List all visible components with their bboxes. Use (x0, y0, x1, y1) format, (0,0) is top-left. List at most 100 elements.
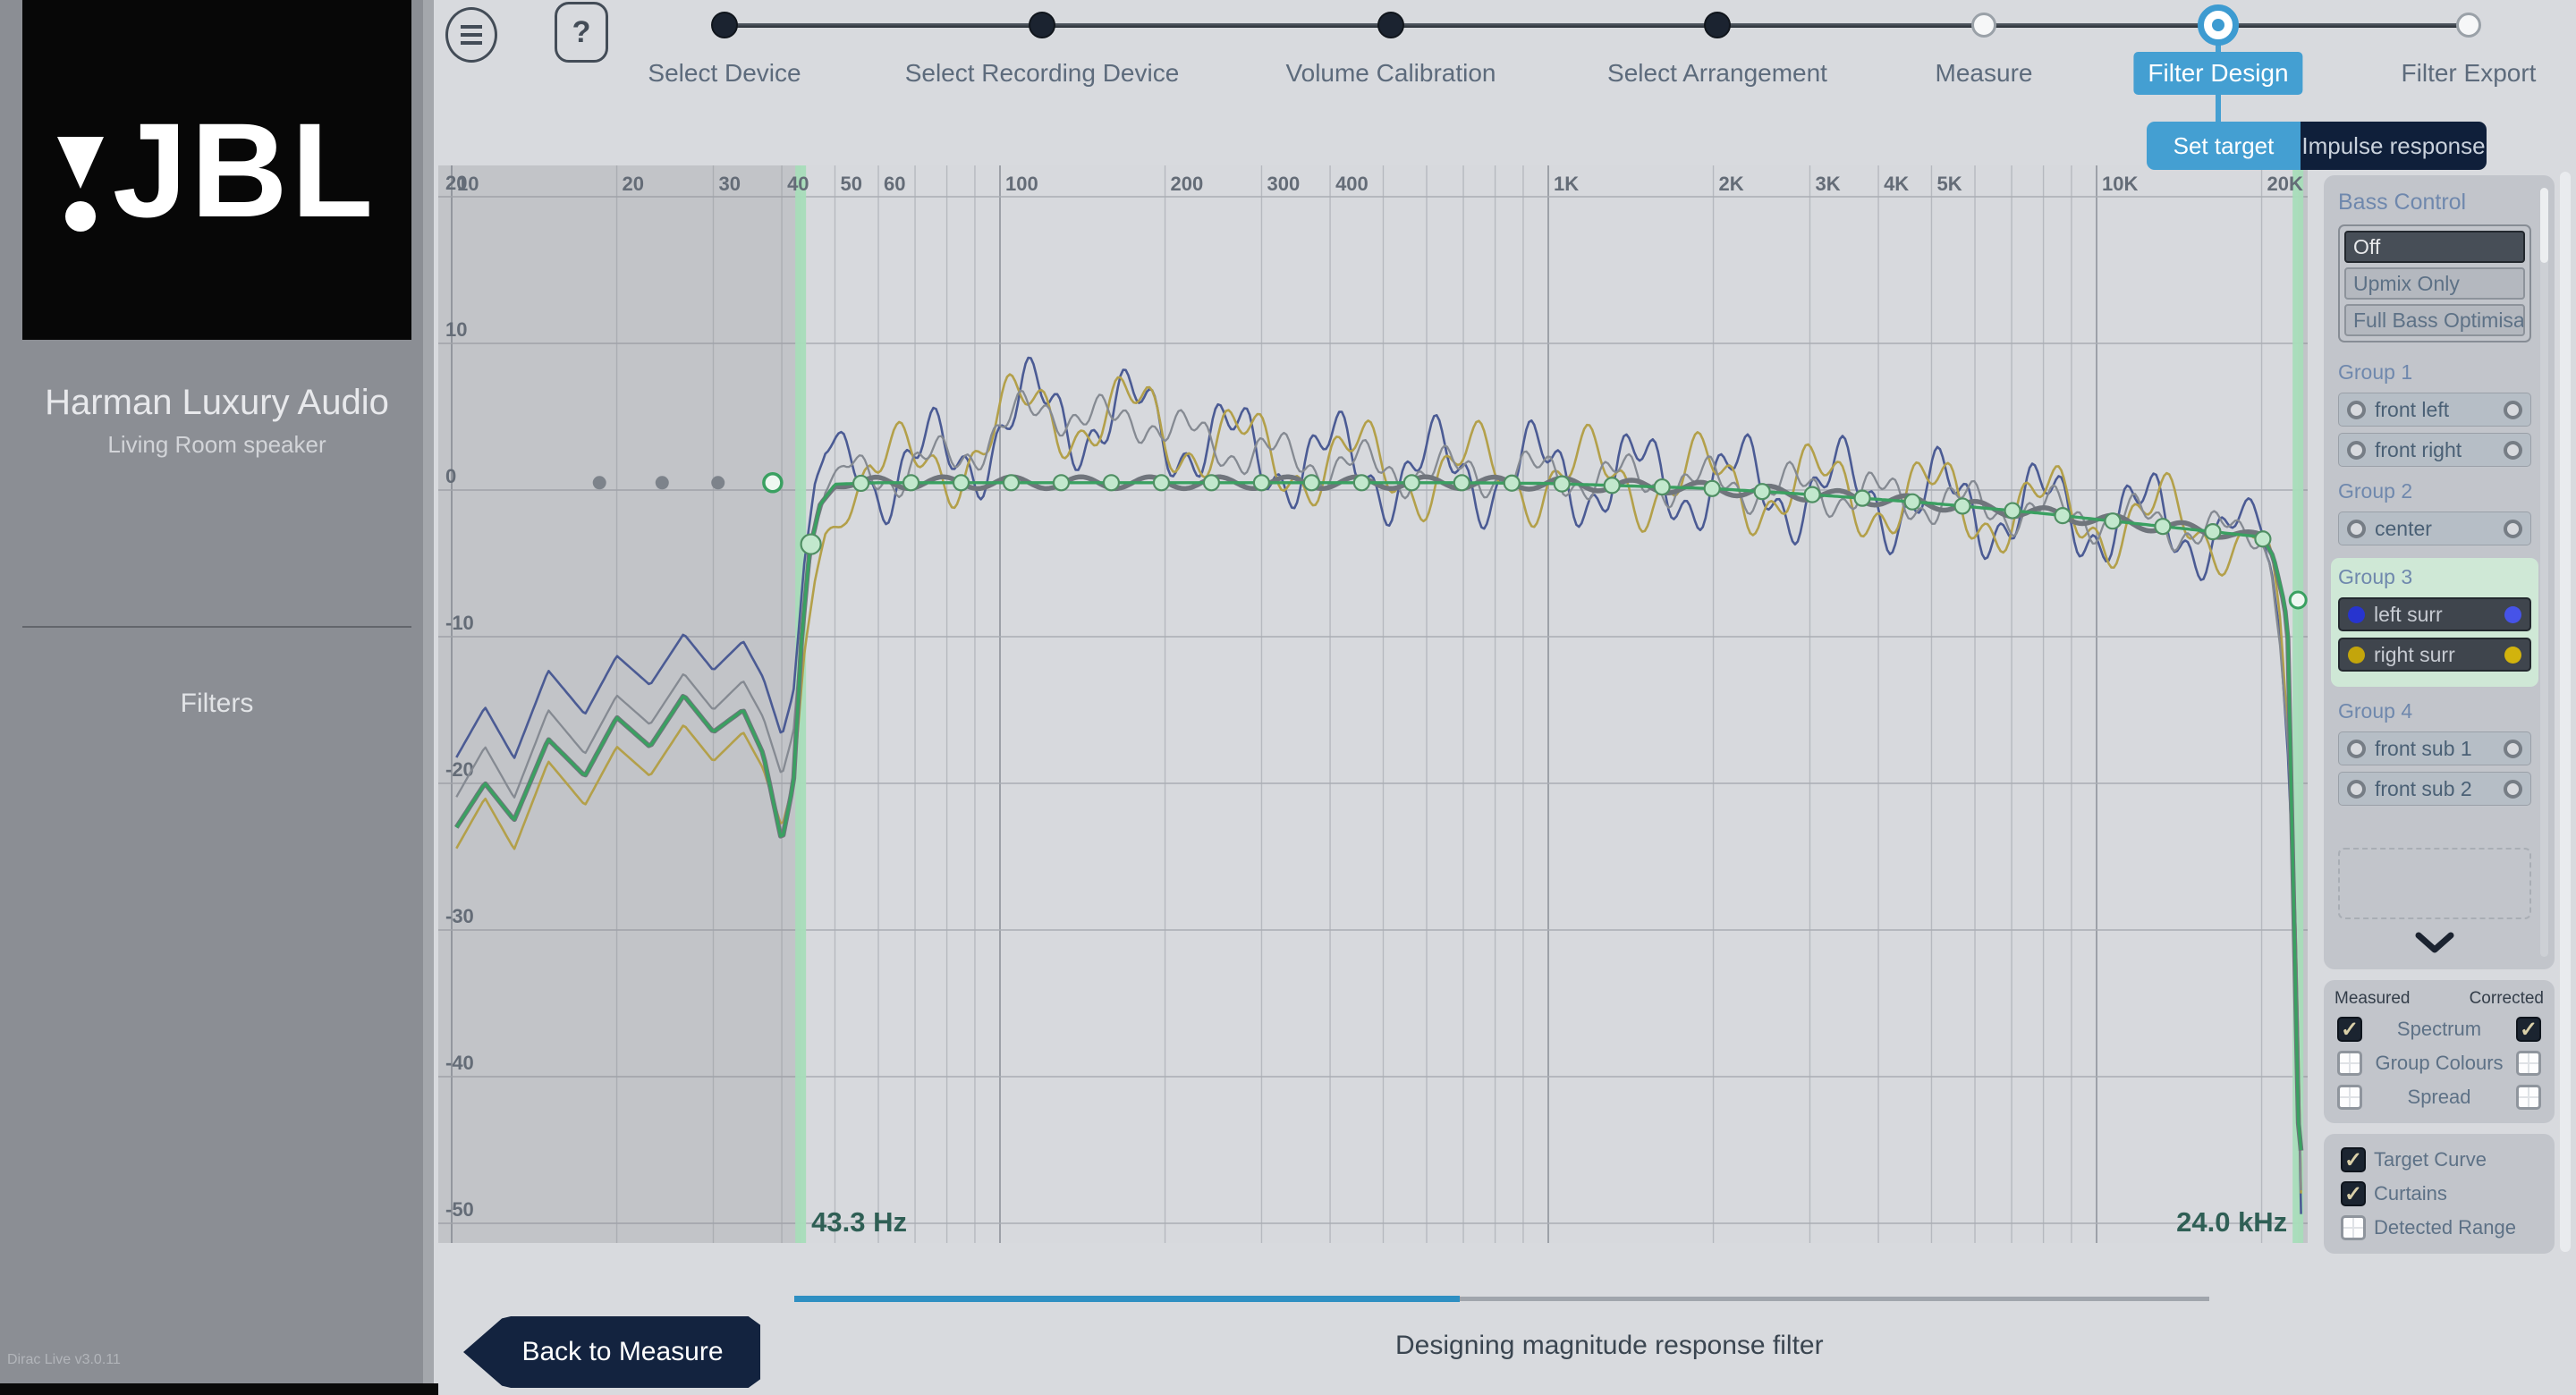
step-node-0[interactable] (711, 12, 738, 38)
svg-text:43.3 Hz: 43.3 Hz (811, 1206, 907, 1238)
legend-matrix-panel: Measured Corrected ✓Spectrum✓Group Colou… (2324, 980, 2555, 1123)
corrected-checkbox[interactable] (2516, 1051, 2541, 1076)
brand-subtitle: Living Room speaker (0, 431, 434, 459)
frequency-response-chart[interactable]: 1020304050601002003004001K2K3K4K5K10K20K… (438, 165, 2308, 1243)
step-label-2[interactable]: Volume Calibration (1285, 59, 1496, 88)
jbl-brand-text: JBL (113, 103, 377, 237)
svg-text:2K: 2K (1719, 173, 1744, 195)
sidebar: JBL Harman Luxury Audio Living Room spea… (0, 0, 434, 1395)
brand-title: Harman Luxury Audio (0, 383, 434, 423)
step-node-2[interactable] (1377, 12, 1404, 38)
step-node-5[interactable] (2198, 4, 2239, 46)
step-label-0[interactable]: Select Device (648, 59, 801, 88)
overlay-checkbox[interactable]: ✓ (2341, 1181, 2366, 1206)
jbl-exclamation-icon (57, 137, 104, 232)
bass-option-1[interactable]: Upmix Only (2344, 267, 2525, 300)
bass-control-title: Bass Control (2338, 190, 2531, 216)
svg-text:20: 20 (623, 173, 644, 195)
step-label-6[interactable]: Filter Export (2402, 59, 2537, 88)
channel-row[interactable]: front sub 2 (2338, 772, 2531, 806)
group-dropzone[interactable] (2338, 848, 2531, 919)
hamburger-icon (461, 25, 482, 29)
svg-text:-10: -10 (445, 612, 474, 634)
step-node-6[interactable] (2456, 13, 2481, 38)
progress-bar (794, 1297, 2209, 1301)
channel-row[interactable]: center (2338, 512, 2531, 545)
help-button[interactable]: ? (555, 2, 608, 63)
legend-row: Spread (2333, 1080, 2546, 1114)
group-title: Group 3 (2338, 565, 2531, 589)
channel-dot-left (2348, 647, 2365, 664)
scrollbar-thumb[interactable] (2540, 188, 2548, 263)
app-window: JBL Harman Luxury Audio Living Room spea… (0, 0, 2576, 1395)
step-label-4[interactable]: Measure (1936, 59, 2033, 88)
back-to-measure-button[interactable]: Back to Measure (463, 1316, 760, 1388)
step-node-1[interactable] (1029, 12, 1055, 38)
channel-row[interactable]: front sub 1 (2338, 731, 2531, 765)
legend-label: Detected Range (2374, 1216, 2546, 1239)
legend-label: Target Curve (2374, 1148, 2546, 1171)
sidebar-divider (22, 626, 411, 628)
channel-dot-right (2504, 401, 2522, 419)
channel-panel: Bass Control Off Upmix Only Full Bass Opti… (2324, 175, 2555, 969)
channel-dot-right (2504, 441, 2522, 460)
channel-row[interactable]: front left (2338, 393, 2531, 427)
group-title: Group 2 (2338, 479, 2531, 503)
svg-text:5K: 5K (1936, 173, 1962, 195)
step-label-3[interactable]: Select Arrangement (1607, 59, 1827, 88)
svg-text:300: 300 (1267, 173, 1300, 195)
chevron-down-icon[interactable] (2415, 932, 2454, 955)
jbl-logo: JBL (22, 0, 411, 340)
measured-checkbox[interactable] (2337, 1085, 2362, 1110)
legend-row: ✓ Target Curve (2333, 1143, 2546, 1177)
progress-fill (794, 1296, 1460, 1302)
measured-checkbox[interactable] (2337, 1051, 2362, 1076)
svg-text:0: 0 (445, 465, 456, 487)
svg-text:-50: -50 (445, 1198, 474, 1221)
sidebar-bottom-strip (0, 1383, 438, 1395)
legend-row: Group Colours (2333, 1046, 2546, 1080)
svg-text:60: 60 (884, 173, 905, 195)
overlay-checkbox[interactable] (2341, 1215, 2366, 1240)
app-version: Dirac Live v3.0.11 (7, 1352, 121, 1368)
svg-text:30: 30 (718, 173, 740, 195)
svg-text:10: 10 (445, 318, 467, 341)
channel-row[interactable]: front right (2338, 433, 2531, 467)
step-label-5[interactable]: Filter Design (2133, 52, 2302, 95)
channel-label: front sub 2 (2375, 777, 2495, 801)
bass-option-2[interactable]: Full Bass Optimisation (2344, 304, 2525, 336)
corrected-checkbox[interactable] (2516, 1085, 2541, 1110)
svg-text:200: 200 (1171, 173, 1204, 195)
svg-text:10K: 10K (2102, 173, 2138, 195)
tab-impulse-response[interactable]: Impulse response (2301, 122, 2487, 170)
channel-panel-scrollbar[interactable] (2540, 188, 2548, 957)
svg-text:50: 50 (840, 173, 861, 195)
group-section-3: Group 4 front sub 1 front sub 2 (2338, 699, 2531, 806)
channel-label: center (2375, 517, 2495, 541)
channel-dot-right (2504, 740, 2522, 758)
menu-button[interactable] (445, 7, 497, 63)
step-node-4[interactable] (1971, 13, 1996, 38)
measured-header: Measured (2334, 989, 2411, 1009)
legend-row: ✓Spectrum✓ (2333, 1012, 2546, 1046)
svg-text:-40: -40 (445, 1052, 474, 1074)
tab-set-target[interactable]: Set target (2147, 122, 2301, 170)
legend-matrix-rows: ✓Spectrum✓Group ColoursSpread (2333, 1012, 2546, 1114)
legend-label: Group Colours (2367, 1052, 2512, 1075)
channel-dot-left (2347, 401, 2366, 419)
bass-option-0[interactable]: Off (2344, 231, 2525, 263)
channel-row[interactable]: left surr (2338, 597, 2531, 631)
window-scrollbar[interactable] (2560, 172, 2571, 1252)
measured-checkbox[interactable]: ✓ (2337, 1017, 2362, 1042)
step-node-3[interactable] (1704, 12, 1731, 38)
step-label-1[interactable]: Select Recording Device (905, 59, 1180, 88)
chart-canvas[interactable]: 1020304050601002003004001K2K3K4K5K10K20K… (438, 165, 2308, 1243)
sidebar-item-filters[interactable]: Filters (0, 689, 434, 719)
channel-row[interactable]: right surr (2338, 638, 2531, 672)
legend-overlay-rows: ✓Target Curve✓CurtainsDetected Range (2333, 1143, 2546, 1245)
overlay-checkbox[interactable]: ✓ (2341, 1147, 2366, 1172)
channel-label: front left (2375, 398, 2495, 422)
group-title: Group 4 (2338, 699, 2531, 723)
corrected-checkbox[interactable]: ✓ (2516, 1017, 2541, 1042)
legend-label: Spectrum (2367, 1018, 2512, 1041)
